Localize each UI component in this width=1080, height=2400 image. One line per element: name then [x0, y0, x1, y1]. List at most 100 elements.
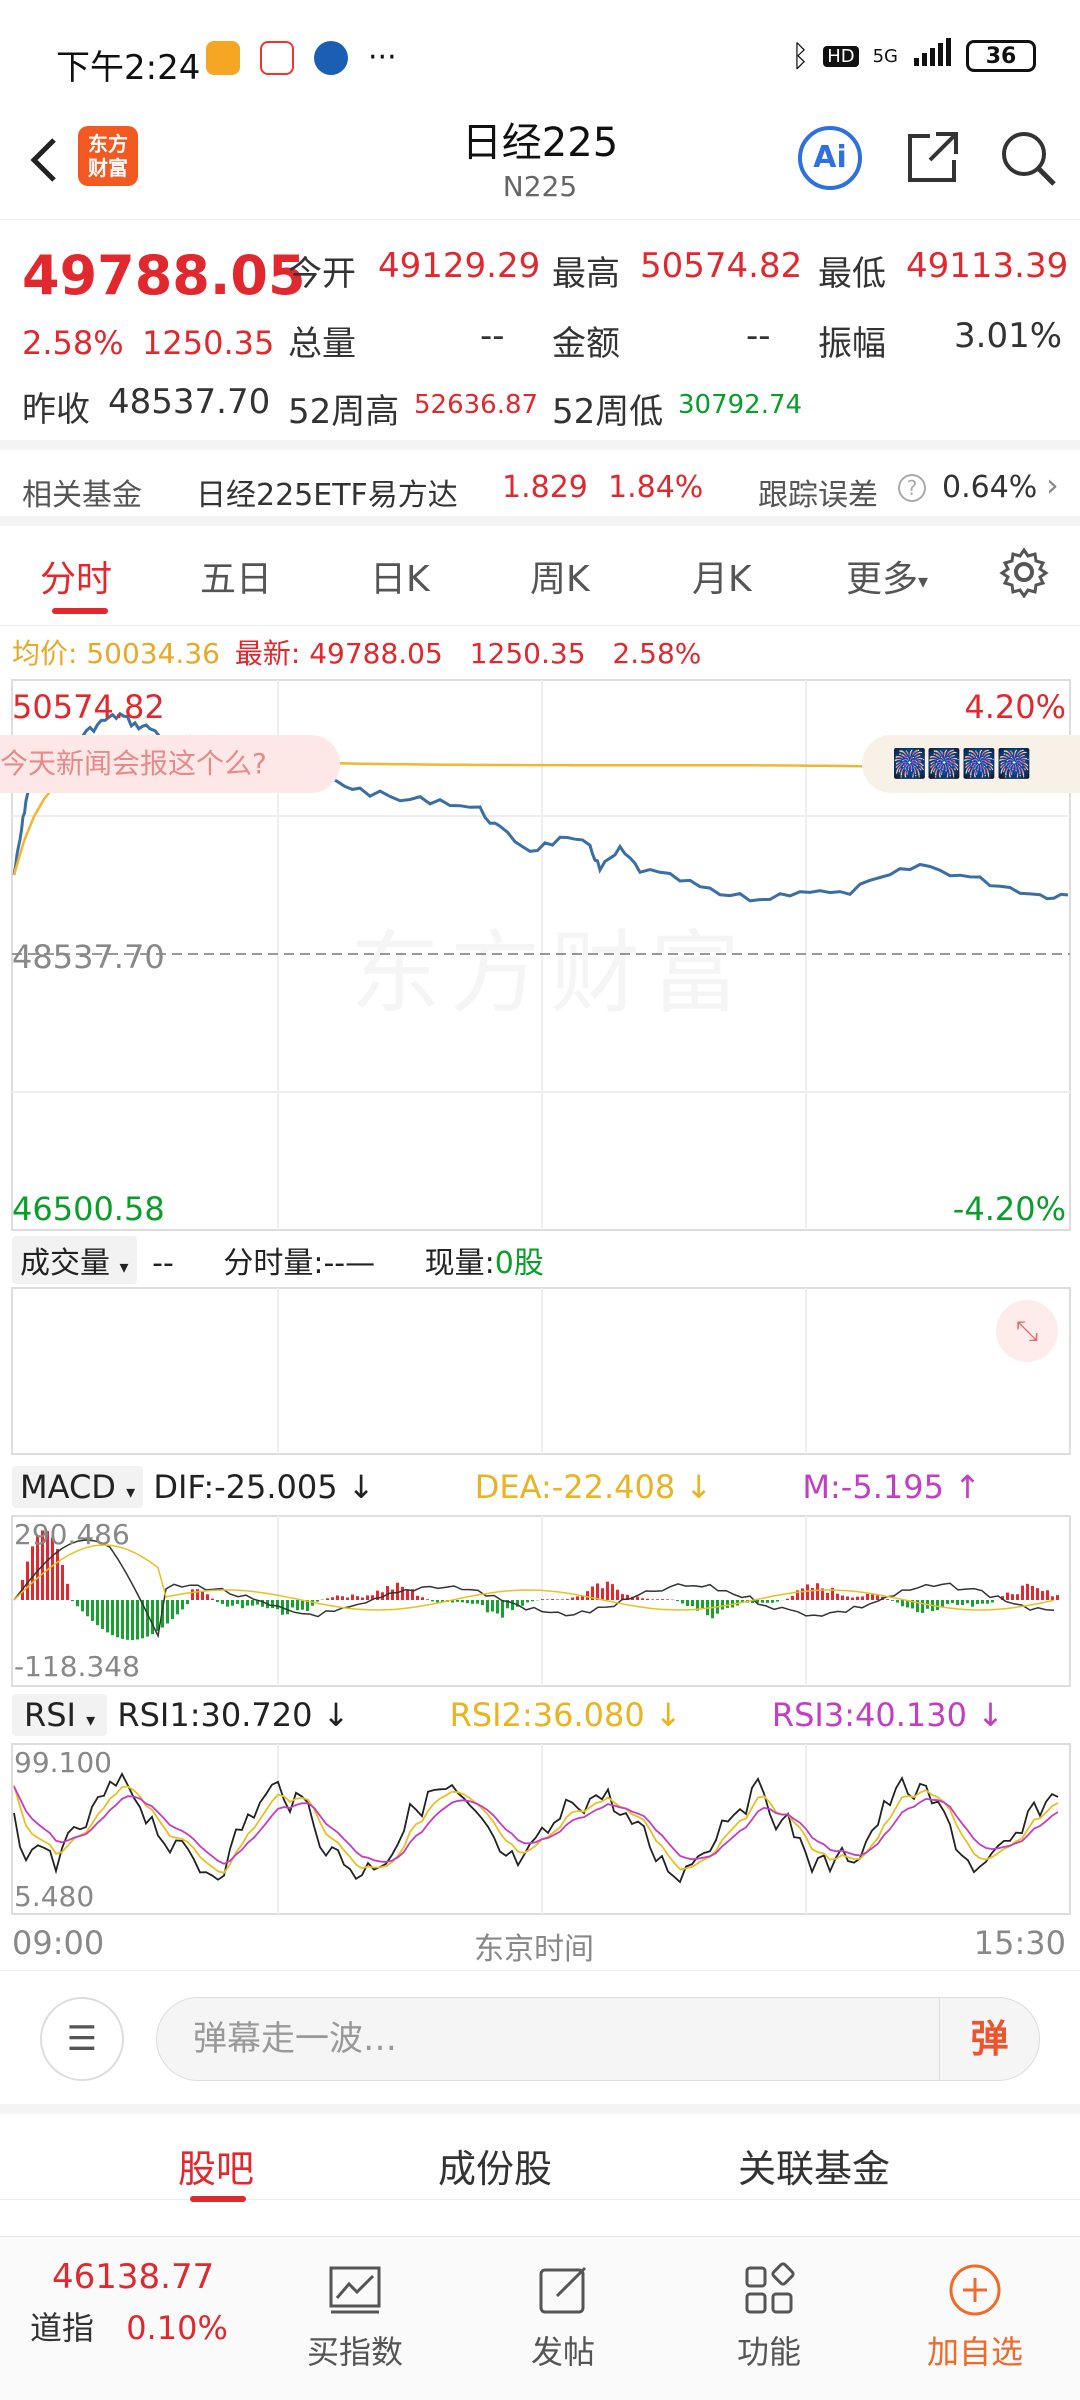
chart-icon — [280, 2247, 430, 2327]
macd-bar — [121, 1600, 124, 1639]
macd-bar — [476, 1600, 479, 1604]
macd-bar — [66, 1583, 69, 1600]
avg-label: 均价: — [12, 637, 78, 670]
chart-bottom-price: 46500.58 — [12, 1190, 165, 1228]
macd-bar — [956, 1600, 959, 1605]
macd-bar — [396, 1582, 399, 1600]
tab-more[interactable]: 更多▾ — [846, 550, 928, 602]
macd-bar — [211, 1598, 214, 1600]
w52-high-label: 52周高 — [288, 392, 400, 432]
macd-bar — [461, 1600, 464, 1603]
volume-dropdown[interactable]: 成交量 ▾ — [12, 1236, 137, 1284]
latest-value: 49788.05 — [309, 637, 443, 670]
macd-bar — [951, 1600, 954, 1604]
ai-icon[interactable]: Ai — [798, 126, 862, 190]
danmaku-settings-icon[interactable]: ☰ — [40, 1997, 124, 2081]
battery-icon: 36 — [966, 40, 1036, 72]
latest-change: 1250.35 — [469, 637, 586, 670]
macd-bar — [251, 1600, 254, 1606]
macd-bar — [861, 1596, 864, 1600]
macd-m-value: M:-5.195 — [802, 1468, 944, 1506]
current-volume-value: 0股 — [494, 1246, 544, 1281]
macd-bar — [576, 1596, 579, 1600]
macd-bar — [96, 1600, 99, 1626]
app-58-icon — [260, 40, 294, 75]
macd-bar — [426, 1599, 429, 1600]
tab-stock-forum[interactable]: 股吧 — [178, 2138, 254, 2193]
macd-bar — [691, 1600, 694, 1607]
macd-dropdown[interactable]: MACD ▾ — [12, 1466, 144, 1508]
chart-top-price: 50574.82 — [12, 688, 165, 726]
share-icon[interactable] — [900, 126, 964, 190]
tab-constituents[interactable]: 成份股 — [438, 2138, 552, 2193]
add-watchlist-label: 加自选 — [926, 2333, 1023, 2371]
macd-bar — [1046, 1590, 1049, 1600]
macd-bar — [336, 1595, 339, 1600]
rsi2-value: RSI2:36.080 — [449, 1696, 645, 1734]
macd-bar — [221, 1600, 224, 1605]
rsi-dropdown[interactable]: RSI ▾ — [12, 1694, 108, 1736]
macd-bar — [606, 1581, 609, 1600]
add-watchlist-button[interactable]: 加自选 — [900, 2237, 1050, 2373]
macd-bar — [131, 1600, 134, 1640]
related-fund-bar[interactable]: 相关基金 日经225ETF易方达 1.829 1.84% 跟踪误差 ? 0.64… — [0, 450, 1080, 526]
search-icon[interactable] — [996, 126, 1060, 190]
macd-bar — [776, 1600, 779, 1602]
volume-value: -- — [152, 1246, 174, 1281]
macd-bar — [711, 1600, 714, 1619]
amplitude-value: 3.01% — [954, 316, 1063, 356]
macd-bar — [126, 1600, 129, 1640]
macd-bar — [91, 1600, 94, 1621]
danmaku-input[interactable]: 弹幕走一波… 弹 — [156, 1997, 1040, 2081]
macd-bar — [136, 1600, 139, 1640]
index-ticker[interactable]: 46138.77 道指 0.10% — [30, 2257, 260, 2349]
macd-bar — [31, 1546, 34, 1600]
settings-icon[interactable] — [998, 546, 1050, 599]
macd-bar — [401, 1586, 404, 1600]
buy-index-button[interactable]: 买指数 — [280, 2237, 430, 2373]
rsi3: RSI3:40.130 ↓ — [771, 1696, 1004, 1734]
macd-bar — [991, 1600, 994, 1603]
news-bubble[interactable]: 今天新闻会报这个么? — [0, 735, 340, 793]
post-button[interactable]: 发帖 — [488, 2237, 638, 2373]
tab-five-day[interactable]: 五日 — [200, 550, 272, 602]
tab-intraday[interactable]: 分时 — [40, 550, 112, 602]
macd-bar — [761, 1600, 764, 1603]
expand-icon[interactable]: ⤡ — [996, 1300, 1058, 1362]
tab-weekly-k[interactable]: 周K — [530, 550, 590, 602]
caret-down-icon: ▾ — [86, 1710, 96, 1731]
tab-daily-k[interactable]: 日K — [370, 550, 430, 602]
macd-dif-value: DIF:-25.005 — [153, 1468, 338, 1506]
macd-bar — [816, 1583, 819, 1600]
high-value: 50574.82 — [640, 246, 803, 286]
tab-related-funds[interactable]: 关联基金 — [738, 2138, 890, 2193]
tracking-error-label: 跟踪误差 — [758, 478, 878, 513]
macd-dea: DEA:-22.408 ↓ — [474, 1468, 713, 1506]
macd-bar — [981, 1600, 984, 1604]
rsi2-line — [13, 1784, 1059, 1874]
macd-bar — [826, 1592, 829, 1600]
macd-bar — [646, 1598, 649, 1600]
macd-bar — [661, 1599, 664, 1600]
macd-bar — [701, 1600, 704, 1609]
macd-bar — [186, 1600, 189, 1605]
macd-bar — [351, 1594, 354, 1600]
macd-bar — [651, 1599, 654, 1600]
tab-monthly-k[interactable]: 月K — [692, 550, 752, 602]
macd-bar — [1056, 1595, 1059, 1600]
function-button[interactable]: 功能 — [694, 2237, 844, 2373]
amount-value: -- — [746, 316, 771, 356]
macd-bar — [71, 1600, 74, 1602]
danmaku-toggle-button[interactable]: 弹 — [939, 1998, 1039, 2080]
macd-bar — [151, 1600, 154, 1635]
macd-bar — [146, 1600, 149, 1637]
danmu-bubble[interactable]: 🎆🎆🎆🎆 — [862, 735, 1080, 793]
macd-bar — [901, 1600, 904, 1607]
macd-bar — [611, 1584, 614, 1600]
macd-bar — [366, 1595, 369, 1600]
help-icon[interactable]: ? — [898, 474, 926, 502]
macd-bar — [231, 1600, 234, 1606]
macd-bar — [286, 1600, 289, 1615]
macd-bar — [726, 1600, 729, 1608]
macd-bar — [571, 1597, 574, 1600]
